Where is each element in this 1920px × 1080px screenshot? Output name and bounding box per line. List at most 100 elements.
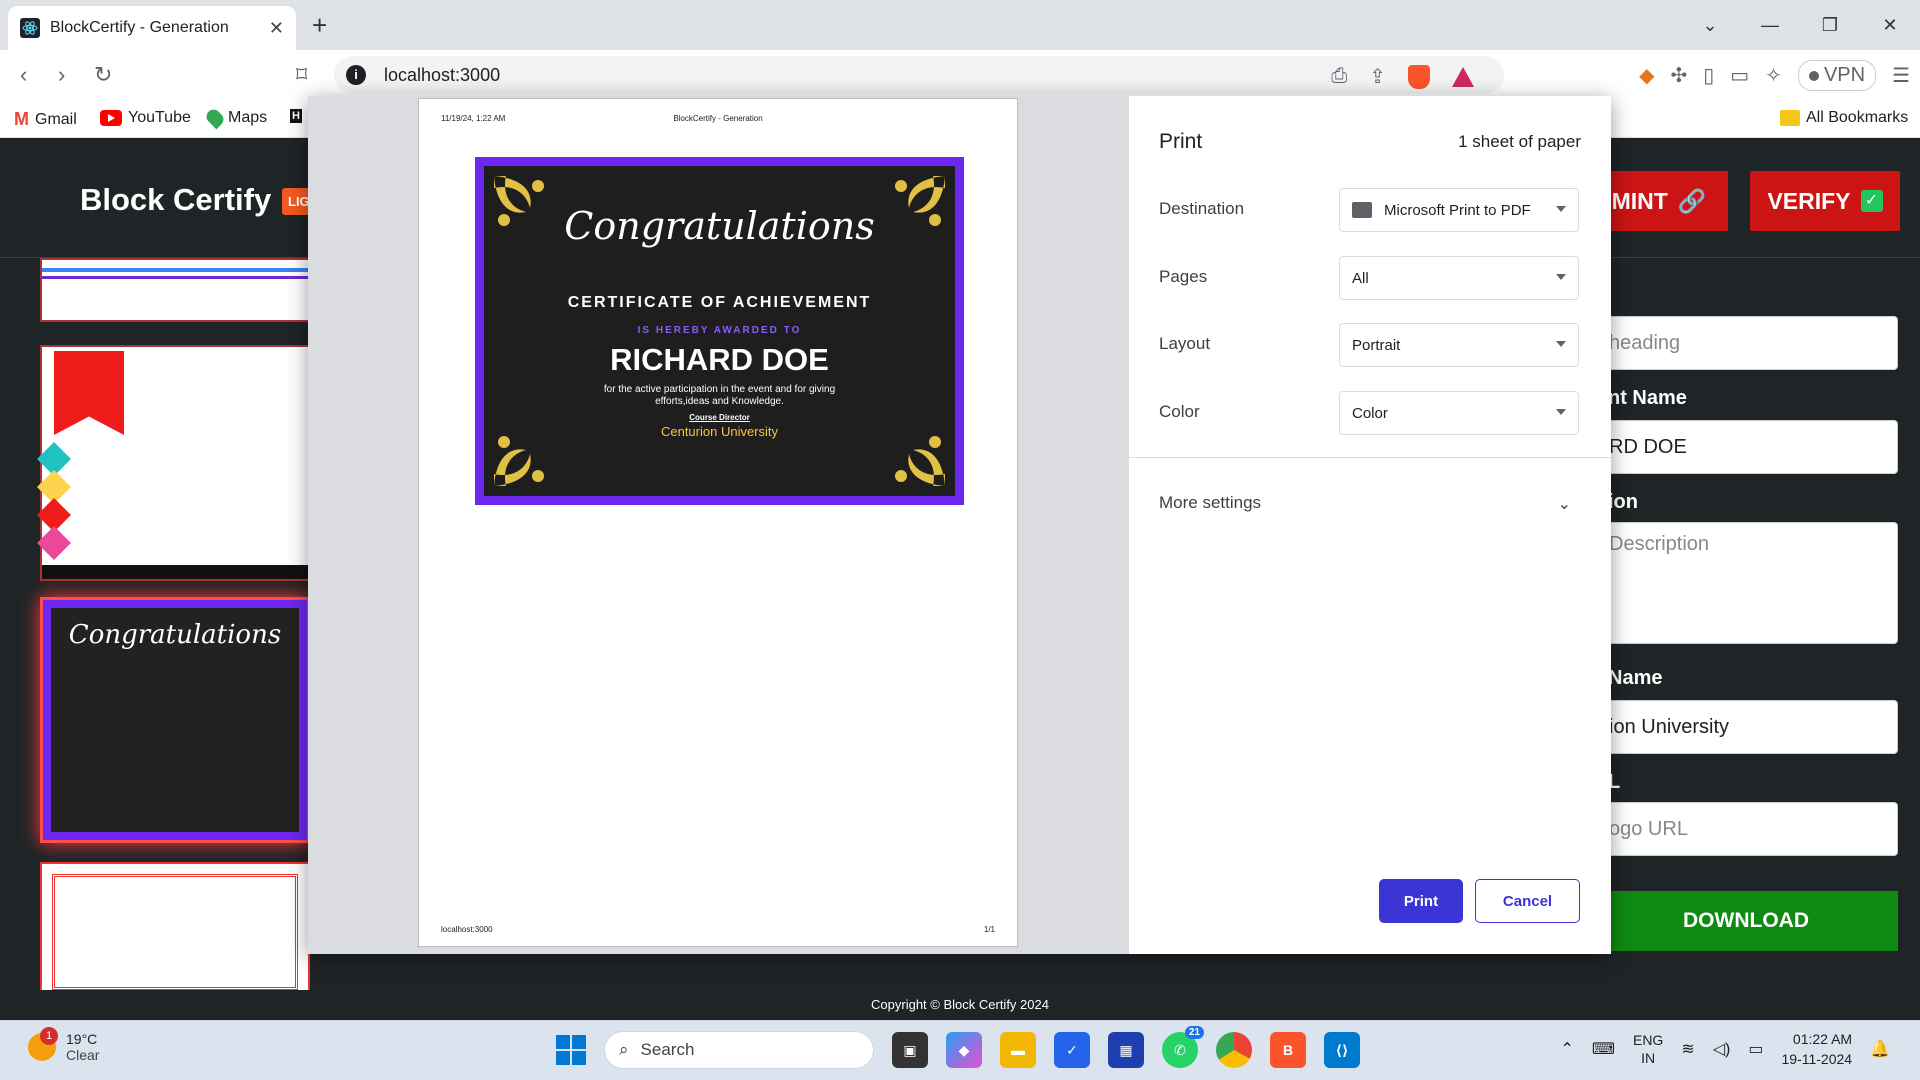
ribbon-icon (54, 351, 124, 435)
brave-shields-icon[interactable] (1408, 64, 1430, 89)
weather-widget[interactable]: 1 19°C Clear (28, 1027, 99, 1063)
bookmark-site[interactable]: H (290, 109, 302, 123)
forward-icon[interactable]: › (58, 62, 65, 88)
restore-icon[interactable]: ❐ (1800, 15, 1860, 36)
chrome-icon[interactable] (1216, 1032, 1252, 1068)
layout-label: Layout (1159, 334, 1211, 353)
address-bar[interactable]: i localhost:3000 ⎙ ⇪ (334, 56, 1504, 94)
close-window-icon[interactable]: ✕ (1860, 15, 1920, 36)
whatsapp-icon[interactable]: ✆ 21 (1162, 1026, 1204, 1068)
cancel-button[interactable]: Cancel (1475, 879, 1580, 923)
brave-icon[interactable]: B (1270, 1032, 1306, 1068)
student-name-label: nt Name (1608, 387, 1687, 409)
store-icon[interactable]: ▦ (1108, 1032, 1144, 1068)
bookmark-youtube[interactable]: YouTube (100, 109, 191, 127)
certificate-awarded-line: IS HEREBY AWARDED TO (637, 325, 802, 336)
copilot-icon[interactable]: ◆ (946, 1032, 982, 1068)
install-app-icon[interactable]: ⎙ (1331, 65, 1347, 88)
mint-label: MINT (1611, 187, 1668, 214)
layout-select[interactable]: Portrait (1339, 323, 1579, 367)
destination-value: Microsoft Print to PDF (1384, 201, 1531, 219)
color-select[interactable]: Color (1339, 391, 1579, 435)
chevron-down-icon[interactable]: ⌄ (1680, 15, 1740, 36)
clock[interactable]: 01:22 AM 19-11-2024 (1782, 1029, 1853, 1069)
certificate-body: Congratulations CERTIFICATE OF ACHIEVEME… (476, 158, 963, 504)
minimize-icon[interactable]: — (1740, 15, 1800, 36)
preview-header-title: BlockCertify - Generation (673, 114, 763, 123)
extensions-area: ◆ ✣ ▯ ▭ ✧ VPN ☰ (1639, 60, 1910, 91)
template-thumbnail-4[interactable] (40, 862, 310, 992)
download-button[interactable]: DOWNLOAD (1594, 891, 1898, 951)
whatsapp-badge: 21 (1184, 1026, 1204, 1039)
bookmark-maps[interactable]: Maps (203, 106, 267, 130)
weather-icon: 1 (28, 1027, 58, 1061)
all-bookmarks[interactable]: All Bookmarks (1780, 109, 1908, 127)
sidebar-icon[interactable]: ▯ (1703, 63, 1714, 88)
caret-down-icon (1556, 206, 1566, 212)
print-button[interactable]: Print (1379, 879, 1463, 923)
caret-down-icon (1556, 409, 1566, 415)
pages-select[interactable]: All (1339, 256, 1579, 300)
print-dialog: 11/19/24, 1:22 AM BlockCertify - Generat… (308, 96, 1611, 954)
logo-url-input[interactable]: ogo URL (1594, 802, 1898, 856)
description-textarea[interactable]: Description (1594, 522, 1898, 644)
color-label: Color (1159, 402, 1200, 421)
system-tray: ⌃ ⌨ ENG IN ≋ ◁) ▭ 01:22 AM 19-11-2024 🔔 (1560, 1029, 1890, 1069)
certificate-preview: Congratulations CERTIFICATE OF ACHIEVEME… (475, 157, 964, 505)
bookmark-gmail[interactable]: M Gmail (14, 109, 77, 130)
all-bookmarks-label: All Bookmarks (1806, 109, 1909, 126)
leo-ai-icon[interactable]: ✧ (1765, 63, 1782, 88)
extensions-icon[interactable]: ✣ (1670, 63, 1687, 88)
language-indicator[interactable]: ENG IN (1633, 1031, 1663, 1067)
template-thumbnail-2[interactable] (37, 345, 310, 581)
chevron-down-icon[interactable]: ⌄ (1558, 494, 1571, 514)
template-thumbnail-1[interactable] (40, 258, 310, 322)
todo-icon[interactable]: ✓ (1054, 1032, 1090, 1068)
site-info-icon[interactable]: i (346, 65, 366, 85)
tab-active[interactable]: BlockCertify - Generation ✕ (8, 6, 296, 50)
heading-input[interactable]: heading (1594, 316, 1898, 370)
menu-icon[interactable]: ☰ (1892, 63, 1910, 88)
institute-name-input[interactable]: ion University (1594, 700, 1898, 754)
student-name-input[interactable]: RD DOE (1594, 420, 1898, 474)
template-thumbnail-selected[interactable]: Congratulations (40, 597, 310, 843)
printer-icon (1352, 202, 1372, 218)
destination-select[interactable]: Microsoft Print to PDF (1339, 188, 1579, 232)
vscode-icon[interactable]: ⟨⟩ (1324, 1032, 1360, 1068)
vpn-status-icon (1808, 70, 1819, 81)
windows-start-icon[interactable] (556, 1035, 586, 1065)
link-icon: 🔗 (1677, 187, 1707, 214)
reload-icon[interactable]: ↻ (94, 62, 112, 88)
caret-down-icon (1556, 341, 1566, 347)
destination-label: Destination (1159, 199, 1245, 218)
metamask-icon[interactable]: ◆ (1639, 63, 1654, 88)
chevron-up-icon[interactable]: ⌃ (1560, 1039, 1573, 1059)
brave-rewards-icon[interactable] (1452, 66, 1474, 87)
keyboard-icon[interactable]: ⌨ (1592, 1039, 1615, 1059)
share-icon[interactable]: ⇪ (1369, 64, 1386, 89)
verify-button[interactable]: VERIFY ✓ (1750, 171, 1900, 231)
vpn-label: VPN (1823, 64, 1866, 86)
bookmark-icon[interactable]: ⌑ (296, 62, 307, 88)
volume-icon[interactable]: ◁) (1713, 1039, 1731, 1059)
close-tab-icon[interactable]: ✕ (269, 18, 284, 39)
task-view-icon[interactable]: ▣ (892, 1032, 928, 1068)
certificate-recipient: RICHARD DOE (610, 342, 829, 377)
battery-icon[interactable]: ▭ (1748, 1039, 1763, 1059)
verify-label: VERIFY (1767, 187, 1851, 214)
vpn-button[interactable]: VPN (1797, 60, 1877, 91)
notification-bell-icon[interactable]: 🔔 (1870, 1039, 1890, 1059)
wifi-icon[interactable]: ≋ (1681, 1039, 1694, 1059)
back-icon[interactable]: ‹ (20, 62, 27, 88)
certificate-title: CERTIFICATE OF ACHIEVEMENT (567, 294, 872, 311)
file-explorer-icon[interactable]: ▬ (1000, 1032, 1036, 1068)
taskbar-search[interactable]: ⌕ Search (604, 1031, 874, 1069)
print-title: Print (1159, 130, 1203, 153)
more-settings-toggle[interactable]: More settings (1159, 493, 1261, 513)
site-logo[interactable]: Block Certify (80, 182, 271, 218)
heading-placeholder: heading (1609, 331, 1681, 354)
site-bookmark-icon: H (290, 109, 302, 123)
wallet-icon[interactable]: ▭ (1730, 63, 1749, 88)
logo-url-placeholder: ogo URL (1609, 817, 1688, 840)
new-tab-button[interactable]: + (312, 10, 327, 40)
